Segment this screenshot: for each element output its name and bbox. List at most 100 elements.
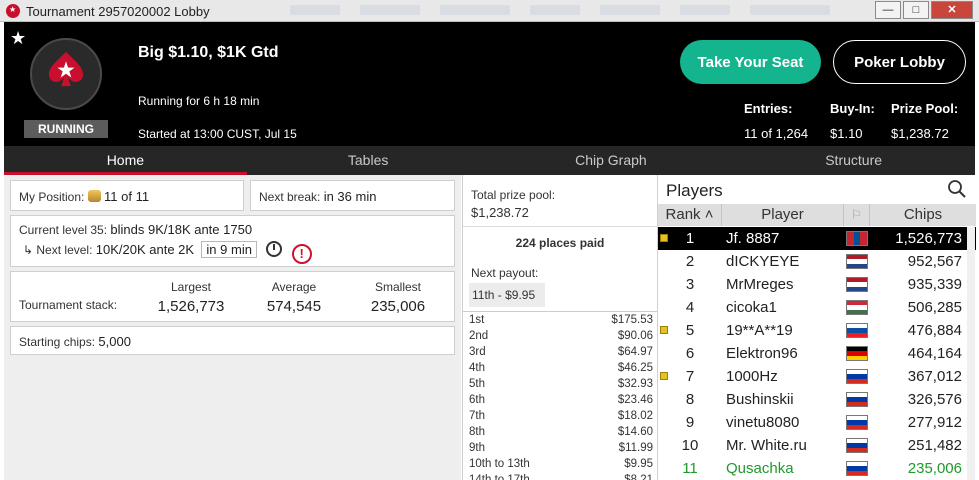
background-tab-ghost xyxy=(600,5,660,15)
player-chips: 251,482 xyxy=(907,437,962,454)
player-rank: 8 xyxy=(685,391,695,408)
note-marker-icon xyxy=(660,372,668,380)
tab-chip-graph[interactable]: Chip Graph xyxy=(490,146,733,175)
netherlands-flag-icon xyxy=(846,254,868,269)
russia-flag-icon xyxy=(846,461,868,476)
player-rank: 11 xyxy=(682,460,698,477)
player-name: Jf. 8887 xyxy=(726,230,780,247)
home-info-panel: My Position: 11 of 11 Next break: in 36 … xyxy=(4,175,461,480)
player-rank: 2 xyxy=(685,253,695,270)
player-chips: 935,339 xyxy=(907,276,962,293)
my-position-value: 11 of 11 xyxy=(104,189,150,204)
russia-flag-icon xyxy=(846,369,868,384)
payout-place: 7th xyxy=(469,410,485,422)
germany-flag-icon xyxy=(846,346,868,361)
spade-star-icon xyxy=(48,51,84,87)
column-rank[interactable]: Rank ˄ xyxy=(658,204,722,226)
payout-list: 1st $175.53 2nd $90.06 3rd $64.97 4th $46.25 5th… xyxy=(463,312,657,480)
player-chips: 952,567 xyxy=(907,253,962,270)
mongolia-flag-icon xyxy=(846,231,868,246)
my-position-label: My Position: xyxy=(19,190,85,204)
player-row[interactable]: 11 Qusachka 235,006 xyxy=(658,457,976,480)
russia-flag-icon xyxy=(846,415,868,430)
player-row[interactable]: 5 19**A**19 476,884 xyxy=(658,319,976,342)
payout-place: 8th xyxy=(469,426,485,438)
current-level-label: Current level 35: xyxy=(19,223,108,237)
column-player[interactable]: Player xyxy=(722,204,844,226)
player-rank: 9 xyxy=(685,414,695,431)
stack-average-value: 574,545 xyxy=(266,298,322,315)
entries-value: 11 of 1,264 xyxy=(744,126,809,141)
favorite-star-icon[interactable]: ★ xyxy=(10,28,26,49)
players-table-body: 1 Jf. 8887 1,526,773 2 dICKYEYE 952,567 3 MrMre… xyxy=(658,227,976,480)
background-tab-ghost xyxy=(750,5,830,15)
next-payout-label: Next payout: xyxy=(471,266,539,280)
payout-row: 10th to 13th $9.95 xyxy=(463,456,657,472)
window-title: Tournament 2957020002 Lobby xyxy=(26,4,210,19)
payout-row: 14th to 17th $8.21 xyxy=(463,472,657,480)
tournament-name: Big $1.10, $1K Gtd xyxy=(138,44,279,61)
payout-place: 4th xyxy=(469,362,485,374)
player-row[interactable]: 6 Elektron96 464,164 xyxy=(658,342,976,365)
close-button[interactable]: ✕ xyxy=(931,1,973,19)
player-row[interactable]: 9 vinetu8080 277,912 xyxy=(658,411,976,434)
next-break-value: in 36 min xyxy=(323,189,377,204)
places-paid: 224 places paid xyxy=(515,236,605,250)
payout-amount: $14.60 xyxy=(617,426,653,438)
player-row[interactable]: 8 Bushinskii 326,576 xyxy=(658,388,976,411)
netherlands-flag-icon xyxy=(846,277,868,292)
payout-amount: $175.53 xyxy=(611,314,653,326)
running-duration: Running for 6 h 18 min xyxy=(138,94,260,108)
stack-smallest: Smallest 235,006 xyxy=(348,280,448,315)
player-name: Mr. White.ru xyxy=(726,437,807,454)
next-break-box: Next break: in 36 min xyxy=(250,180,455,211)
prize-panel: Total prize pool: $1,238.72 224 places p… xyxy=(462,175,657,480)
background-tab-ghost xyxy=(290,5,340,15)
payout-amount: $32.93 xyxy=(617,378,653,390)
search-icon[interactable] xyxy=(947,179,967,199)
minimize-button[interactable]: — xyxy=(875,1,901,19)
starting-chips-box: Starting chips: 5,000 xyxy=(10,326,455,355)
player-name: cicoka1 xyxy=(726,299,777,316)
total-prize-label: Total prize pool: xyxy=(471,188,556,202)
payout-place: 1st xyxy=(469,314,485,326)
tab-structure[interactable]: Structure xyxy=(732,146,975,175)
column-flag[interactable]: ⚐ xyxy=(844,204,870,226)
payout-amount: $18.02 xyxy=(617,410,653,422)
player-row[interactable]: 10 Mr. White.ru 251,482 xyxy=(658,434,976,457)
payout-row: 7th $18.02 xyxy=(463,408,657,424)
alert-icon[interactable]: ! xyxy=(291,244,312,264)
stack-average-label: Average xyxy=(271,280,317,294)
total-prize-pool: Total prize pool: $1,238.72 xyxy=(463,188,657,220)
next-break-label: Next break: xyxy=(259,190,321,204)
stack-smallest-value: 235,006 xyxy=(370,298,426,315)
payout-place: 5th xyxy=(469,378,485,390)
player-row[interactable]: 7 1000Hz 367,012 xyxy=(658,365,976,388)
timer-icon[interactable] xyxy=(266,241,283,257)
payout-row: 2nd $90.06 xyxy=(463,328,657,344)
current-level-value: blinds 9K/18K ante 1750 xyxy=(110,222,253,237)
take-your-seat-button[interactable]: Take Your Seat xyxy=(680,40,821,84)
poker-lobby-button[interactable]: Poker Lobby xyxy=(833,40,966,84)
player-name: Qusachka xyxy=(726,460,794,477)
tournament-header: ★ RUNNING Big $1.10, $1K Gtd Running for… xyxy=(4,22,975,146)
next-level-label: ↳ Next level: xyxy=(23,243,93,257)
player-row[interactable]: 1 Jf. 8887 1,526,773 xyxy=(658,227,976,250)
tab-home[interactable]: Home xyxy=(4,146,247,175)
player-row[interactable]: 4 cicoka1 506,285 xyxy=(658,296,976,319)
tab-tables[interactable]: Tables xyxy=(247,146,490,175)
player-row[interactable]: 2 dICKYEYE 952,567 xyxy=(658,250,976,273)
player-row[interactable]: 3 MrMreges 935,339 xyxy=(658,273,976,296)
russia-flag-icon xyxy=(846,392,868,407)
maximize-button[interactable]: □ xyxy=(903,1,929,19)
background-tab-ghost xyxy=(530,5,580,15)
player-name: dICKYEYE xyxy=(726,253,800,270)
buyin-label: Buy-In: xyxy=(830,101,875,116)
stack-smallest-label: Smallest xyxy=(374,280,421,294)
players-scrollbar[interactable] xyxy=(967,227,975,480)
payout-row: 1st $175.53 xyxy=(463,312,657,328)
player-rank: 6 xyxy=(685,345,695,362)
player-chips: 235,006 xyxy=(907,460,962,477)
payout-place: 9th xyxy=(469,442,485,454)
column-chips[interactable]: Chips xyxy=(870,204,976,226)
